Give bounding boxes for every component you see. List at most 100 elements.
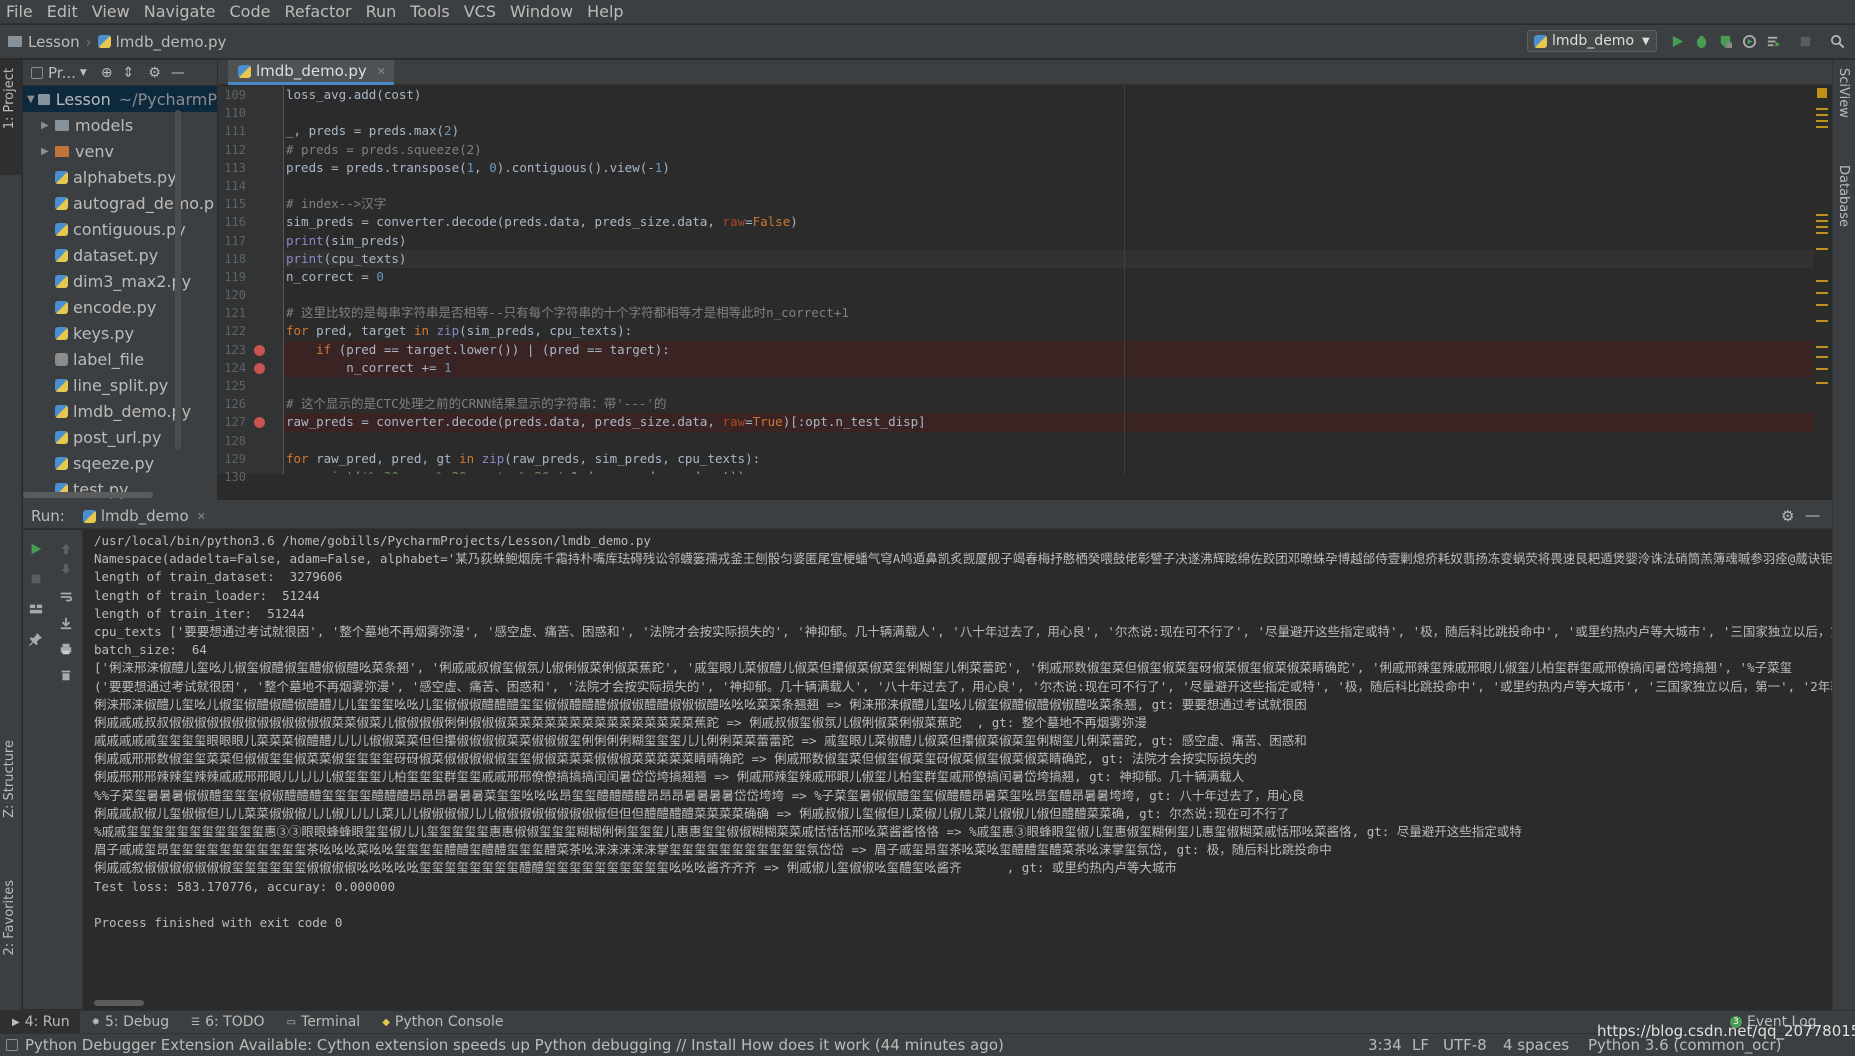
stop-icon[interactable]	[1798, 34, 1813, 49]
tree-root[interactable]: ▼ Lesson ~/PycharmP	[23, 86, 217, 112]
stop-icon[interactable]	[29, 572, 43, 586]
code-line[interactable]: # preds = preds.squeeze(2)	[284, 141, 1814, 159]
editor-error-stripe[interactable]	[1814, 86, 1832, 474]
menu-vcs[interactable]: VCS	[458, 2, 504, 21]
breadcrumb-project[interactable]: Lesson	[28, 33, 80, 51]
chevron-right-icon[interactable]: ▶	[41, 146, 55, 157]
tree-item[interactable]: ▶ models	[23, 112, 217, 138]
close-icon[interactable]: ✕	[197, 510, 206, 523]
tree-item[interactable]: keys.py	[23, 320, 217, 346]
line-number[interactable]: 112	[218, 141, 283, 159]
code-line[interactable]: n_correct += 1	[284, 358, 1814, 377]
line-number[interactable]: 130	[218, 468, 283, 486]
status-message[interactable]: Python Debugger Extension Available: Cyt…	[25, 1036, 1004, 1054]
minimize-icon[interactable]: —	[1805, 506, 1820, 524]
code-line[interactable]: loss_avg.add(cost)	[284, 86, 1814, 104]
profile-icon[interactable]	[1742, 34, 1757, 49]
tree-item[interactable]: dim3_max2.py	[23, 268, 217, 294]
stripe-mark[interactable]	[1816, 346, 1828, 348]
menu-edit[interactable]: Edit	[41, 2, 86, 21]
tree-item[interactable]: post_url.py	[23, 424, 217, 450]
code-line[interactable]: raw_preds = converter.decode(preds.data,…	[284, 413, 1814, 432]
stripe-mark[interactable]	[1816, 304, 1828, 306]
code-line[interactable]: preds = preds.transpose(1, 0).contiguous…	[284, 159, 1814, 177]
stripe-mark[interactable]	[1816, 120, 1828, 122]
menu-refactor[interactable]: Refactor	[278, 2, 359, 21]
rerun-icon[interactable]	[29, 542, 43, 556]
code-line[interactable]: n_correct = 0	[284, 268, 1814, 286]
code-line[interactable]: if (pred == target.lower()) | (pred == t…	[284, 340, 1814, 359]
debug-icon[interactable]	[1694, 34, 1709, 49]
stripe-mark[interactable]	[1816, 114, 1828, 116]
line-number[interactable]: 124	[218, 359, 283, 377]
menu-navigate[interactable]: Navigate	[138, 2, 224, 21]
search-icon[interactable]	[1830, 34, 1845, 49]
arrow-up-icon[interactable]	[59, 542, 73, 556]
line-number[interactable]: 119	[218, 268, 283, 286]
breakpoint-icon[interactable]	[254, 344, 265, 356]
bottom-tab[interactable]: ▭ Terminal	[275, 1011, 371, 1034]
stripe-mark[interactable]	[1816, 214, 1828, 216]
tree-item[interactable]: lmdb_demo.py	[23, 398, 217, 424]
tab-lmdb-demo[interactable]: lmdb_demo.py ✕	[228, 60, 394, 85]
tab-sciview[interactable]: SciView	[1836, 68, 1851, 118]
status-indent[interactable]: 4 spaces	[1503, 1036, 1569, 1054]
stripe-mark[interactable]	[1816, 220, 1828, 222]
code-line[interactable]	[284, 104, 1814, 122]
breakpoint-icon[interactable]	[254, 362, 265, 374]
menu-tools[interactable]: Tools	[404, 2, 457, 21]
breakpoint-icon[interactable]	[254, 417, 265, 429]
code-line[interactable]: # 这里比较的是每串字符串是否相等--只有每个字符串的十个字符都相等才是相等此时…	[284, 304, 1814, 322]
run-config-select[interactable]: lmdb_demo ▼	[1527, 30, 1657, 52]
code-line[interactable]	[284, 432, 1814, 450]
line-number[interactable]: 115	[218, 195, 283, 213]
code-line[interactable]: _, preds = preds.max(2)	[284, 122, 1814, 140]
arrow-down-icon[interactable]	[59, 562, 73, 576]
code-line[interactable]: print('%-20s => %-20s, gt: %-20s' % (raw…	[284, 468, 1814, 474]
tree-item[interactable]: encode.py	[23, 294, 217, 320]
tree-item[interactable]: alphabets.py	[23, 164, 217, 190]
tab-favorites[interactable]: 2: Favorites	[2, 880, 17, 956]
line-number[interactable]: 111	[218, 122, 283, 140]
status-line-separator[interactable]: LF	[1412, 1036, 1429, 1054]
close-icon[interactable]: ✕	[377, 65, 386, 78]
tab-database[interactable]: Database	[1836, 165, 1851, 227]
vertical-scrollbar[interactable]	[175, 110, 181, 450]
code-line[interactable]: # index-->汉字	[284, 195, 1814, 213]
breadcrumb-file[interactable]: lmdb_demo.py	[116, 33, 227, 51]
bottom-tab[interactable]: ◆ Python Console	[370, 1011, 513, 1034]
status-encoding[interactable]: UTF-8	[1443, 1036, 1487, 1054]
stripe-mark[interactable]	[1816, 368, 1828, 370]
line-number[interactable]: 116	[218, 213, 283, 231]
tree-item[interactable]: ▶ venv	[23, 138, 217, 164]
stripe-mark[interactable]	[1816, 126, 1828, 128]
code-line[interactable]: for pred, target in zip(sim_preds, cpu_t…	[284, 322, 1814, 340]
concurrency-icon[interactable]	[1766, 34, 1781, 49]
chevron-right-icon[interactable]: ▶	[41, 120, 55, 131]
line-number[interactable]: 113	[218, 159, 283, 177]
menu-run[interactable]: Run	[360, 2, 405, 21]
stripe-mark[interactable]	[1816, 232, 1828, 234]
stripe-mark[interactable]	[1816, 226, 1828, 228]
project-panel-title[interactable]: Pr...	[48, 64, 76, 82]
line-number[interactable]: 128	[218, 432, 283, 450]
line-number[interactable]: 114	[218, 177, 283, 195]
line-number[interactable]: 123	[218, 341, 283, 359]
stripe-mark[interactable]	[1816, 356, 1828, 358]
tree-item[interactable]: sqeeze.py	[23, 450, 217, 476]
line-number[interactable]: 117	[218, 232, 283, 250]
tree-item[interactable]: contiguous.py	[23, 216, 217, 242]
tab-structure[interactable]: Z: Structure	[2, 740, 17, 818]
line-number[interactable]: 125	[218, 377, 283, 395]
line-number[interactable]: 110	[218, 104, 283, 122]
menu-help[interactable]: Help	[581, 2, 631, 21]
horizontal-scrollbar[interactable]	[94, 1000, 144, 1006]
gear-icon[interactable]: ⚙	[148, 65, 161, 81]
bottom-tab[interactable]: ▶ 4: Run	[0, 1010, 80, 1034]
bottom-tab[interactable]: ☰ 6: TODO	[179, 1011, 274, 1034]
code-line[interactable]: print(sim_preds)	[284, 232, 1814, 250]
code-line[interactable]: for raw_pred, pred, gt in zip(raw_preds,…	[284, 450, 1814, 468]
code-line[interactable]: print(cpu_texts)	[284, 249, 1814, 268]
tree-item[interactable]: label_file	[23, 346, 217, 372]
menu-view[interactable]: View	[86, 2, 138, 21]
